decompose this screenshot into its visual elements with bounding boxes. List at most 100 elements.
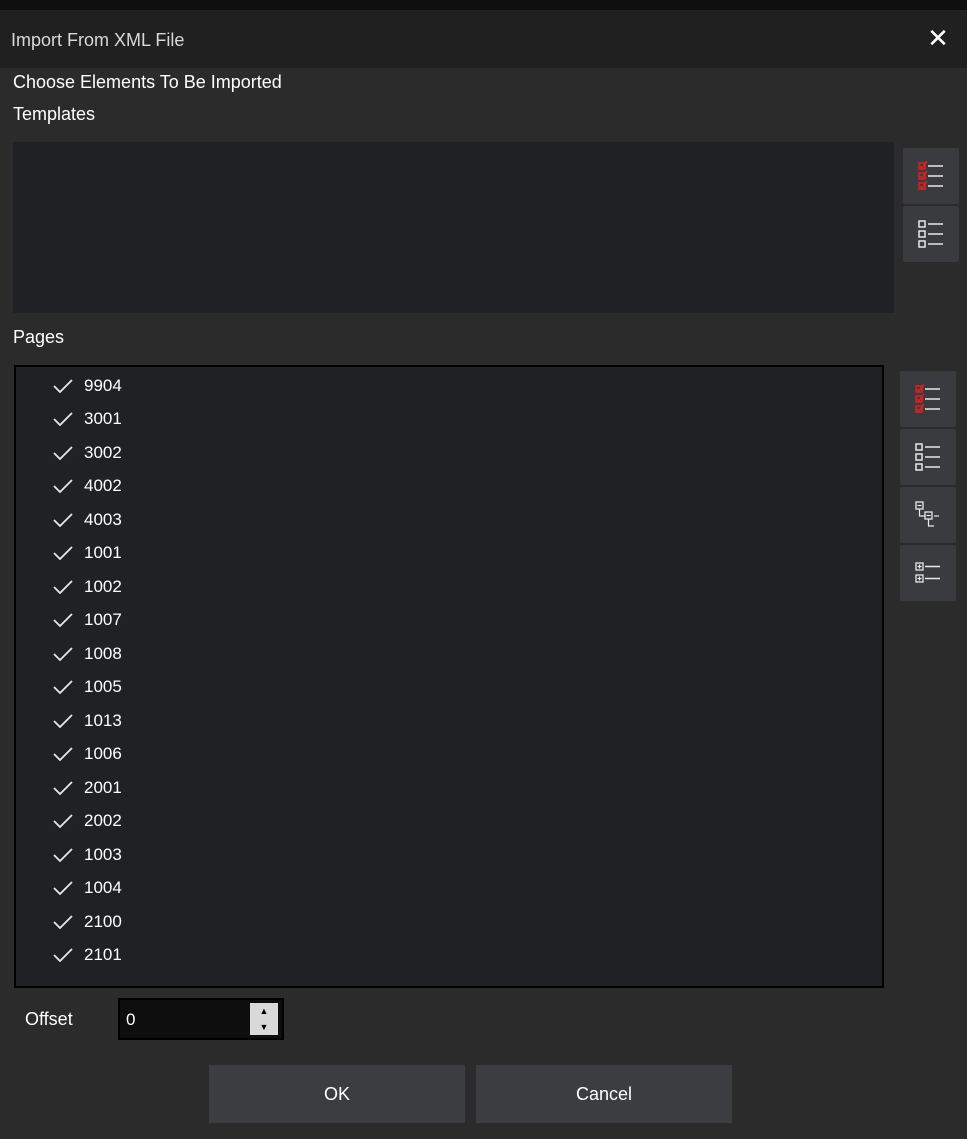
checkbox[interactable]: [52, 475, 74, 497]
checkmark-icon: [53, 580, 73, 594]
list-item[interactable]: 1013: [16, 704, 882, 738]
pages-label: Pages: [13, 327, 65, 347]
checkmark-icon: [53, 479, 73, 494]
checkmark-icon: [53, 814, 73, 829]
list-item-label: 1013: [84, 710, 122, 730]
list-item-label: 4002: [84, 476, 122, 496]
list-item-label: 1002: [84, 576, 122, 596]
list-item-label: 1001: [84, 543, 122, 563]
checkbox[interactable]: [52, 777, 74, 799]
checkmark-icon: [53, 781, 73, 795]
checkbox[interactable]: [52, 576, 74, 598]
checkbox[interactable]: [52, 810, 74, 832]
pages-check-all-button[interactable]: [900, 371, 956, 427]
list-item-label: 2002: [84, 811, 122, 831]
uncheck-all-icon: [918, 220, 943, 248]
list-item-label: 2100: [84, 911, 122, 931]
list-item[interactable]: 2002: [16, 805, 882, 839]
checkmark-icon: [53, 647, 73, 661]
checkbox[interactable]: [52, 442, 74, 464]
pages-expand-tree-button[interactable]: [900, 545, 956, 601]
spin-up-icon[interactable]: ▲: [250, 1003, 278, 1019]
list-item-label: 1004: [84, 878, 122, 898]
close-icon[interactable]: ✕: [923, 23, 953, 53]
list-item[interactable]: 4003: [16, 503, 882, 537]
collapse-tree-icon: [915, 501, 939, 527]
pages-collapse-tree-button[interactable]: [900, 487, 956, 543]
checkbox[interactable]: [52, 743, 74, 765]
list-item[interactable]: 1008: [16, 637, 882, 671]
pages-list[interactable]: 9904 3001 3002 4002 4003 1001 1002 1007 …: [14, 365, 884, 988]
list-item[interactable]: 2001: [16, 771, 882, 805]
uncheck-all-icon: [915, 443, 940, 471]
list-item[interactable]: 2100: [16, 905, 882, 939]
checkmark-icon: [53, 714, 73, 728]
check-all-icon: [918, 160, 943, 190]
list-item-label: 4003: [84, 509, 122, 529]
ok-button[interactable]: OK: [209, 1065, 465, 1123]
list-item[interactable]: 1001: [16, 537, 882, 571]
checkbox[interactable]: [52, 375, 74, 397]
checkbox[interactable]: [52, 944, 74, 966]
list-item-label: 2001: [84, 777, 122, 797]
checkmark-icon: [53, 680, 73, 695]
list-item-label: 9904: [84, 375, 122, 395]
list-item[interactable]: 2101: [16, 939, 882, 973]
checkmark-icon: [53, 948, 73, 963]
expand-tree-icon: [915, 562, 940, 583]
checkbox[interactable]: [52, 844, 74, 866]
pages-uncheck-all-button[interactable]: [900, 429, 956, 485]
import-dialog: Import From XML File ✕ Choose Elements T…: [0, 10, 967, 1139]
checkmark-icon: [53, 513, 73, 527]
checkmark-icon: [53, 446, 73, 460]
list-item[interactable]: 4002: [16, 470, 882, 504]
heading: Choose Elements To Be Imported: [13, 72, 282, 92]
spin-down-icon[interactable]: ▼: [250, 1019, 278, 1035]
templates-check-all-button[interactable]: [903, 148, 959, 204]
checkbox[interactable]: [52, 542, 74, 564]
checkmark-icon: [53, 613, 73, 628]
offset-input[interactable]: [120, 1000, 252, 1040]
checkbox[interactable]: [52, 710, 74, 732]
list-item[interactable]: 1003: [16, 838, 882, 872]
cancel-button[interactable]: Cancel: [476, 1065, 732, 1123]
checkmark-icon: [53, 546, 73, 561]
checkmark-icon: [53, 881, 73, 896]
list-item-label: 1005: [84, 677, 122, 697]
list-item-label: 1006: [84, 744, 122, 764]
list-item[interactable]: 1005: [16, 671, 882, 705]
checkmark-icon: [53, 848, 73, 862]
list-item[interactable]: 9904: [16, 369, 882, 403]
title-bar: Import From XML File ✕: [0, 10, 967, 68]
offset-spinbox[interactable]: ▲ ▼: [118, 998, 284, 1040]
list-item[interactable]: 1007: [16, 604, 882, 638]
list-item-label: 1003: [84, 844, 122, 864]
checkmark-icon: [53, 412, 73, 427]
checkbox[interactable]: [52, 609, 74, 631]
list-item-label: 1008: [84, 643, 122, 663]
templates-list[interactable]: [13, 142, 894, 313]
templates-label: Templates: [13, 104, 96, 124]
checkbox[interactable]: [52, 676, 74, 698]
list-item[interactable]: 1004: [16, 872, 882, 906]
checkbox[interactable]: [52, 643, 74, 665]
checkmark-icon: [53, 379, 73, 393]
list-item[interactable]: 1006: [16, 738, 882, 772]
checkbox[interactable]: [52, 509, 74, 531]
list-item-label: 3001: [84, 409, 122, 429]
list-item[interactable]: 3001: [16, 403, 882, 437]
list-item[interactable]: 1002: [16, 570, 882, 604]
checkmark-icon: [53, 915, 73, 929]
offset-stepper[interactable]: ▲ ▼: [250, 1003, 278, 1035]
offset-label: Offset: [25, 1009, 73, 1029]
list-item-label: 1007: [84, 610, 122, 630]
checkbox[interactable]: [52, 408, 74, 430]
checkbox[interactable]: [52, 911, 74, 933]
list-item-label: 3002: [84, 442, 122, 462]
list-item[interactable]: 3002: [16, 436, 882, 470]
dialog-title: Import From XML File: [11, 30, 185, 50]
list-item-label: 2101: [84, 945, 122, 965]
check-all-icon: [915, 383, 940, 413]
checkbox[interactable]: [52, 877, 74, 899]
templates-uncheck-all-button[interactable]: [903, 206, 959, 262]
